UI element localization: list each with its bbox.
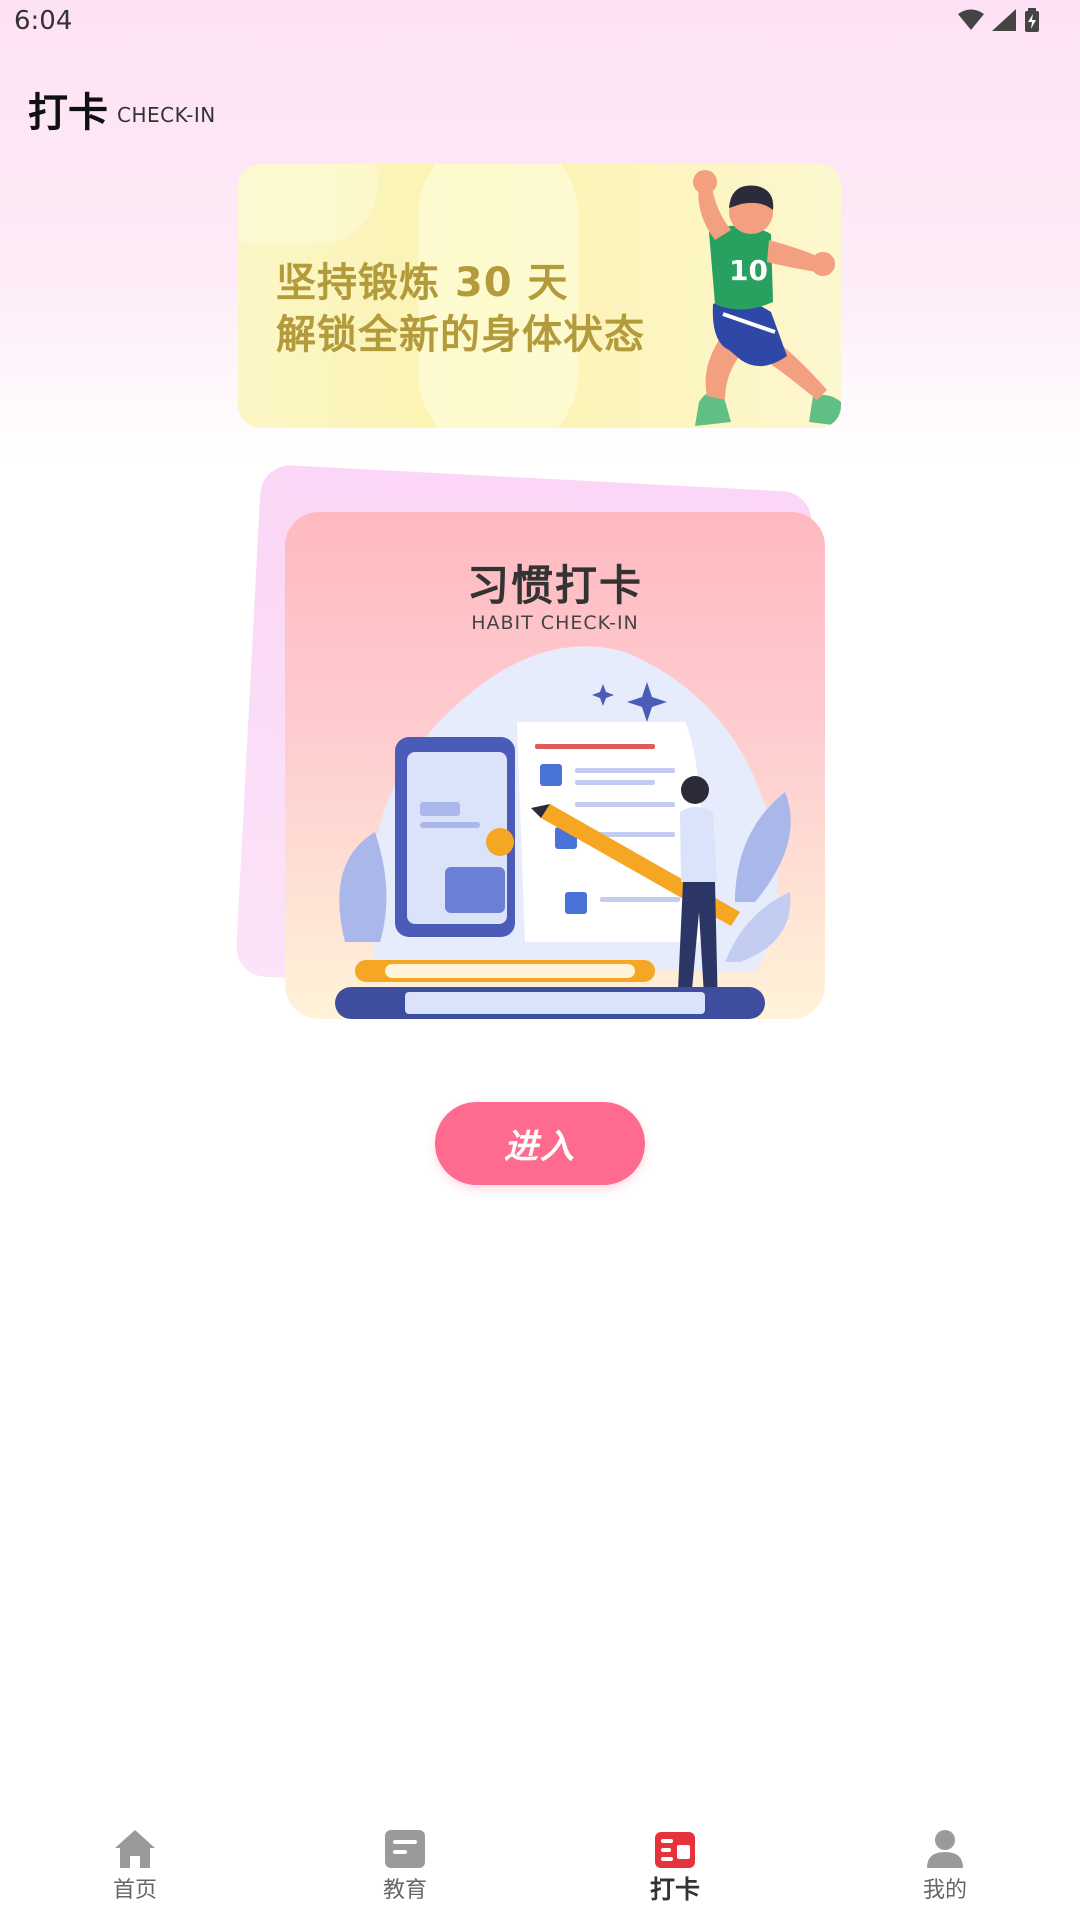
svg-text:10: 10 [729,254,768,287]
wifi-icon [958,9,984,30]
habit-card-title: 习惯打卡 [466,561,643,610]
bottom-nav: 首页 教育 打卡 我的 [0,1810,1080,1920]
status-icons [958,8,1040,32]
nav-item-home[interactable]: 首页 [0,1810,270,1920]
habit-card-subtitle: HABIT CHECK-IN [471,612,639,634]
banner-text-line-1: 坚持锻炼 30 天 [276,260,569,306]
page-title: 打卡 [28,90,108,136]
page-subtitle: CHECK-IN [117,103,216,127]
checkin-icon [655,1832,695,1868]
nav-item-checkin[interactable]: 打卡 [540,1810,810,1920]
nav-item-education[interactable]: 教育 [270,1810,540,1920]
education-icon [385,1830,425,1868]
signal-icon [992,9,1016,31]
banner-glow [238,164,378,244]
banner-text-line-2: 解锁全新的身体状态 [276,312,645,358]
status-bar: 6:04 [0,0,1080,44]
battery-icon [1025,8,1039,32]
study-illustration [335,646,791,1019]
nav-label-education: 教育 [382,1878,427,1903]
runner-illustration: 10 [693,170,841,426]
home-icon [115,1830,155,1868]
nav-item-profile[interactable]: 我的 [810,1810,1080,1920]
nav-label-home: 首页 [112,1878,157,1903]
nav-label-profile: 我的 [922,1878,967,1903]
enter-button[interactable]: 进入 [435,1102,645,1185]
habit-checkin-card[interactable]: 习惯打卡 HABIT CHECK-IN [285,512,825,1019]
status-time: 6:04 [14,6,73,36]
profile-icon [927,1830,963,1868]
exercise-banner[interactable]: 坚持锻炼 30 天 解锁全新的身体状态 10 [238,164,841,428]
nav-label-checkin: 打卡 [649,1875,700,1904]
